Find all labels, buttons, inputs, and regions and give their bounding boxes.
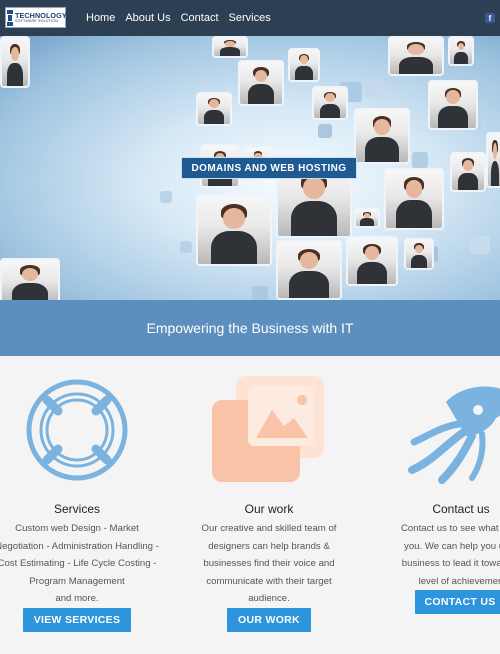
squid-icon bbox=[408, 386, 500, 484]
hero-photo bbox=[354, 108, 410, 164]
hero-tile bbox=[252, 286, 268, 300]
hero-photo bbox=[450, 152, 486, 192]
hero-photo bbox=[346, 236, 398, 286]
tagline-text: Empowering the Business with IT bbox=[146, 320, 354, 336]
hero-tile bbox=[412, 152, 428, 168]
view-services-button[interactable]: VIEW SERVICES bbox=[23, 608, 131, 632]
tagline-band: Empowering the Business with IT bbox=[0, 300, 500, 356]
our-work-column: Our work Our creative and skilled team o… bbox=[184, 356, 354, 654]
hero-tile bbox=[365, 80, 383, 98]
hero-photo bbox=[0, 36, 30, 88]
contact-us-button[interactable]: CONTACT US bbox=[415, 590, 500, 614]
services-column: Services Custom web Design - Market Nego… bbox=[0, 356, 162, 654]
hero-photo bbox=[238, 60, 284, 106]
hero-photo bbox=[212, 36, 248, 58]
logo-subtitle: SOFTWARE SOLUTION bbox=[15, 18, 58, 23]
site-logo[interactable]: TECHNOLOGY SOFTWARE SOLUTION bbox=[5, 7, 67, 28]
nav-home-link[interactable]: Home bbox=[86, 12, 115, 24]
nav-services-link[interactable]: Services bbox=[229, 12, 271, 24]
hero-photo bbox=[196, 194, 272, 266]
hero-photo bbox=[388, 36, 444, 76]
our-work-button[interactable]: OUR WORK bbox=[227, 608, 311, 632]
services-title: Services bbox=[53, 502, 100, 516]
hero-tile bbox=[160, 191, 172, 203]
our-work-title: Our work bbox=[244, 502, 294, 516]
main-menu: Home About Us Contact Services bbox=[86, 0, 271, 36]
lifebuoy-icon bbox=[26, 379, 128, 481]
nav-contact-link[interactable]: Contact bbox=[181, 12, 219, 24]
hero-photo bbox=[196, 92, 232, 126]
contact-title: Contact us bbox=[432, 502, 490, 516]
our-work-description: Our creative and skilled team of designe… bbox=[201, 523, 337, 604]
services-description: Custom web Design - Market Negotiation -… bbox=[0, 523, 159, 604]
hero-photo bbox=[448, 36, 474, 66]
hero-photo bbox=[354, 208, 380, 228]
hero-photo bbox=[276, 240, 342, 300]
hero-photo bbox=[288, 48, 320, 82]
hero-tile bbox=[180, 241, 192, 253]
hero-photo bbox=[486, 132, 500, 188]
hero-photo bbox=[428, 80, 478, 130]
hero-tile bbox=[470, 236, 490, 254]
contact-description: Contact us to see what we c you. We can … bbox=[401, 523, 500, 587]
contact-column: Contact us Contact us to see what we c y… bbox=[376, 356, 500, 654]
top-navbar: TECHNOLOGY SOFTWARE SOLUTION Home About … bbox=[0, 0, 500, 36]
image-gallery-icon bbox=[212, 376, 324, 482]
hero-photo bbox=[384, 168, 444, 230]
hero-photo bbox=[0, 258, 60, 300]
nav-about-us-link[interactable]: About Us bbox=[125, 12, 170, 24]
logo-title: TECHNOLOGY bbox=[15, 10, 67, 20]
hero-banner: DOMAINS AND WEB HOSTING bbox=[0, 36, 500, 300]
hero-photo bbox=[404, 238, 434, 270]
logo-mark-icon bbox=[7, 9, 13, 26]
hero-photo bbox=[312, 86, 348, 120]
facebook-icon[interactable]: f bbox=[485, 13, 495, 23]
hero-label: DOMAINS AND WEB HOSTING bbox=[181, 157, 357, 179]
hero-tile bbox=[318, 124, 332, 138]
